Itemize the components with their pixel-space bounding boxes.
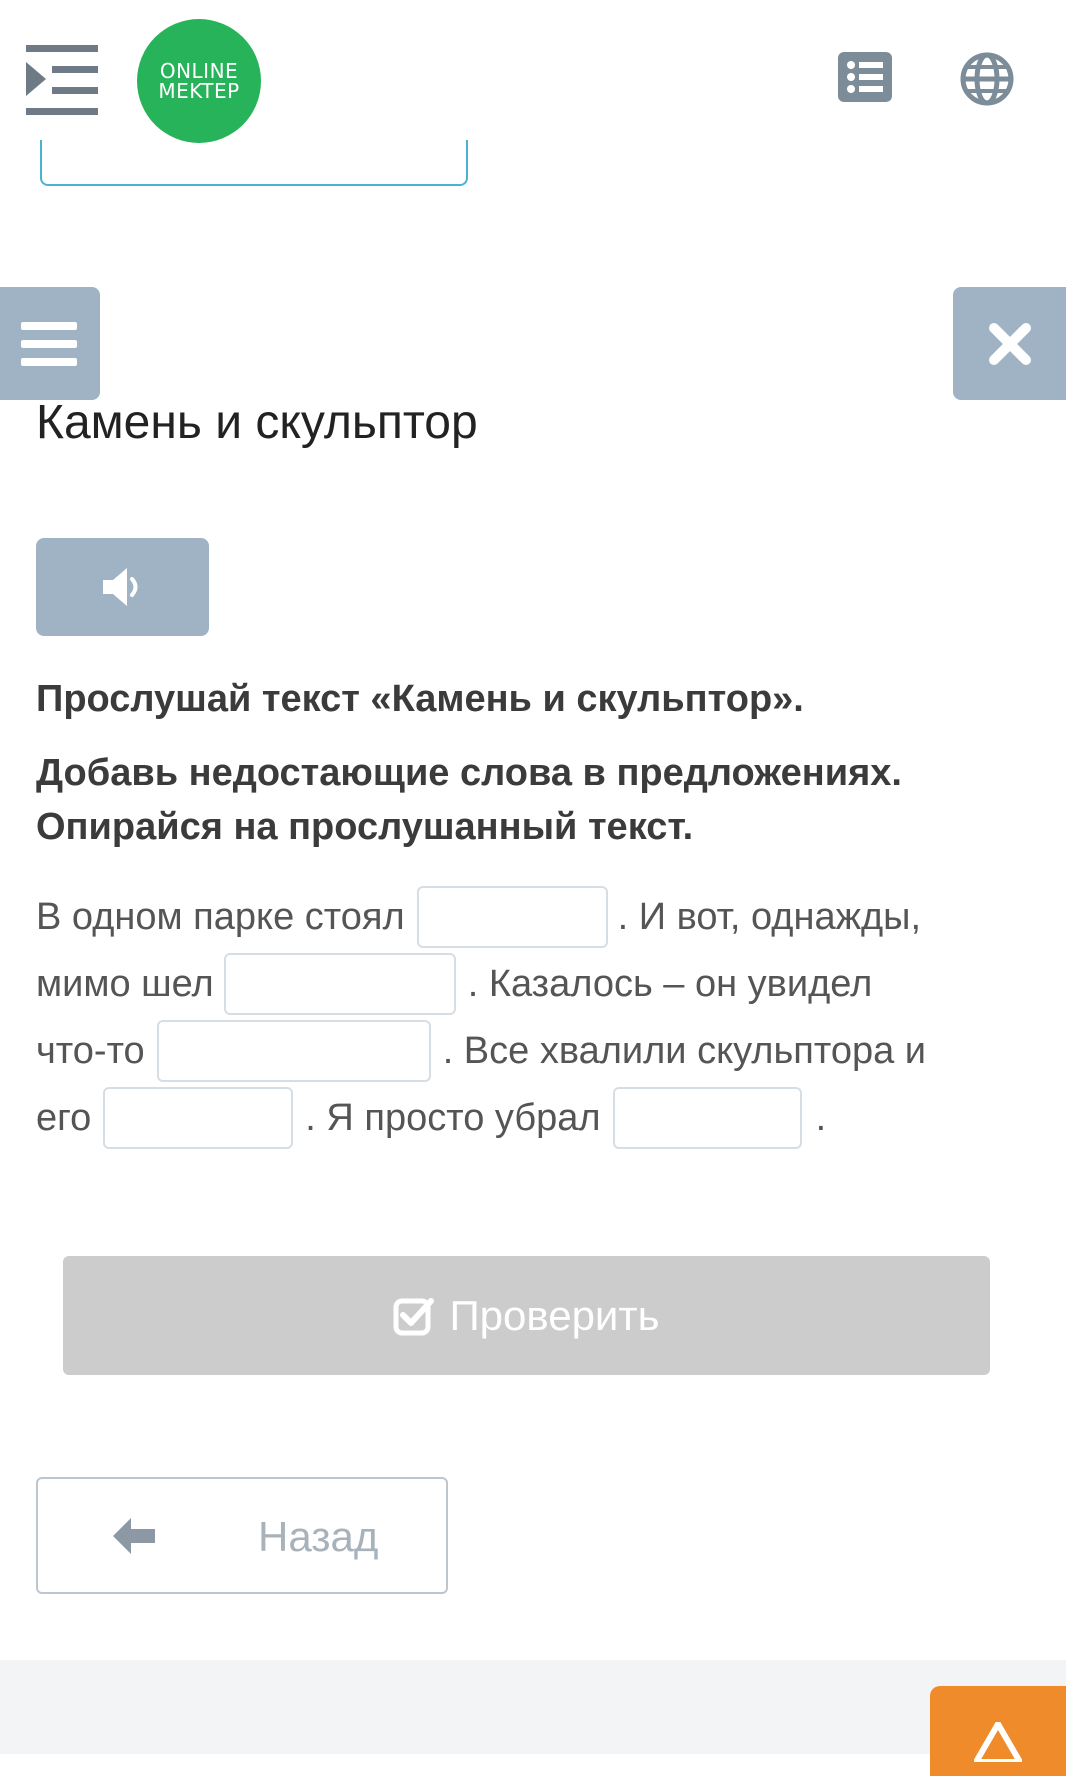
speaker-icon xyxy=(102,568,137,606)
blank-input-5[interactable] xyxy=(612,1087,802,1149)
blank-input-4[interactable] xyxy=(103,1087,294,1149)
sentence-line-2: мимо шел . Казалось – он увидел xyxy=(36,952,872,1016)
page-footer xyxy=(0,1660,1066,1754)
check-button-label: Проверить xyxy=(449,1291,660,1339)
sentence-text: В одном парке стоял xyxy=(36,895,405,938)
help-button[interactable] xyxy=(930,1686,1066,1776)
close-icon xyxy=(988,322,1031,365)
sentence-text: . Я просто убрал xyxy=(305,1096,601,1139)
list-button[interactable] xyxy=(838,52,892,107)
sentence-text: мимо шел xyxy=(36,962,214,1005)
blank-input-3[interactable] xyxy=(156,1020,431,1082)
warning-triangle-icon xyxy=(974,1722,1022,1762)
sentence-text: что-то xyxy=(36,1029,145,1072)
hamburger-icon xyxy=(21,321,77,366)
back-button-label: Назад xyxy=(258,1513,379,1560)
sentence-text: . И вот, однажды, xyxy=(617,895,922,938)
menu-indent-icon xyxy=(26,45,98,115)
back-button[interactable] xyxy=(36,1477,448,1594)
sentence-text: его xyxy=(36,1096,92,1139)
play-audio-button[interactable] xyxy=(36,538,209,636)
language-button[interactable] xyxy=(960,52,1014,111)
logo-line1: ONLINE xyxy=(159,59,239,83)
globe-icon xyxy=(960,52,1014,106)
sentence-text: . xyxy=(815,1096,827,1139)
instruction-listen: Прослушай текст «Камень и скульптор». xyxy=(36,678,804,720)
sentence-line-1: В одном парке стоял . И вот, однажды, xyxy=(36,885,921,949)
partial-frame-edge xyxy=(40,140,468,186)
page-title: Камень и скульптор xyxy=(36,396,478,449)
close-button[interactable] xyxy=(953,287,1066,400)
logo-line2: MEKTEP xyxy=(158,79,240,103)
sentence-text: . Казалось – он увидел xyxy=(467,962,873,1005)
sentence-line-3: что-то . Все хвалили скульптора и xyxy=(36,1019,926,1083)
instruction-fill-1: Добавь недостающие слова в предложениях. xyxy=(36,752,902,794)
list-icon xyxy=(838,52,892,102)
instruction-fill-2: Опирайся на прослушанный текст. xyxy=(36,806,694,848)
sentence-line-4: его . Я просто убрал . xyxy=(36,1086,826,1150)
check-button[interactable]: Проверить xyxy=(63,1256,990,1375)
online-mektep-logo[interactable]: ONLINE MEKTEP xyxy=(137,19,261,143)
arrow-left-icon xyxy=(113,1518,155,1554)
lesson-menu-button[interactable] xyxy=(0,287,100,400)
sentence-text: . Все хвалили скульптора и xyxy=(442,1029,927,1072)
blank-input-2[interactable] xyxy=(223,953,456,1015)
sidebar-toggle-button[interactable] xyxy=(26,45,98,115)
blank-input-1[interactable] xyxy=(416,886,608,948)
checkbox-check-icon xyxy=(393,1297,435,1335)
